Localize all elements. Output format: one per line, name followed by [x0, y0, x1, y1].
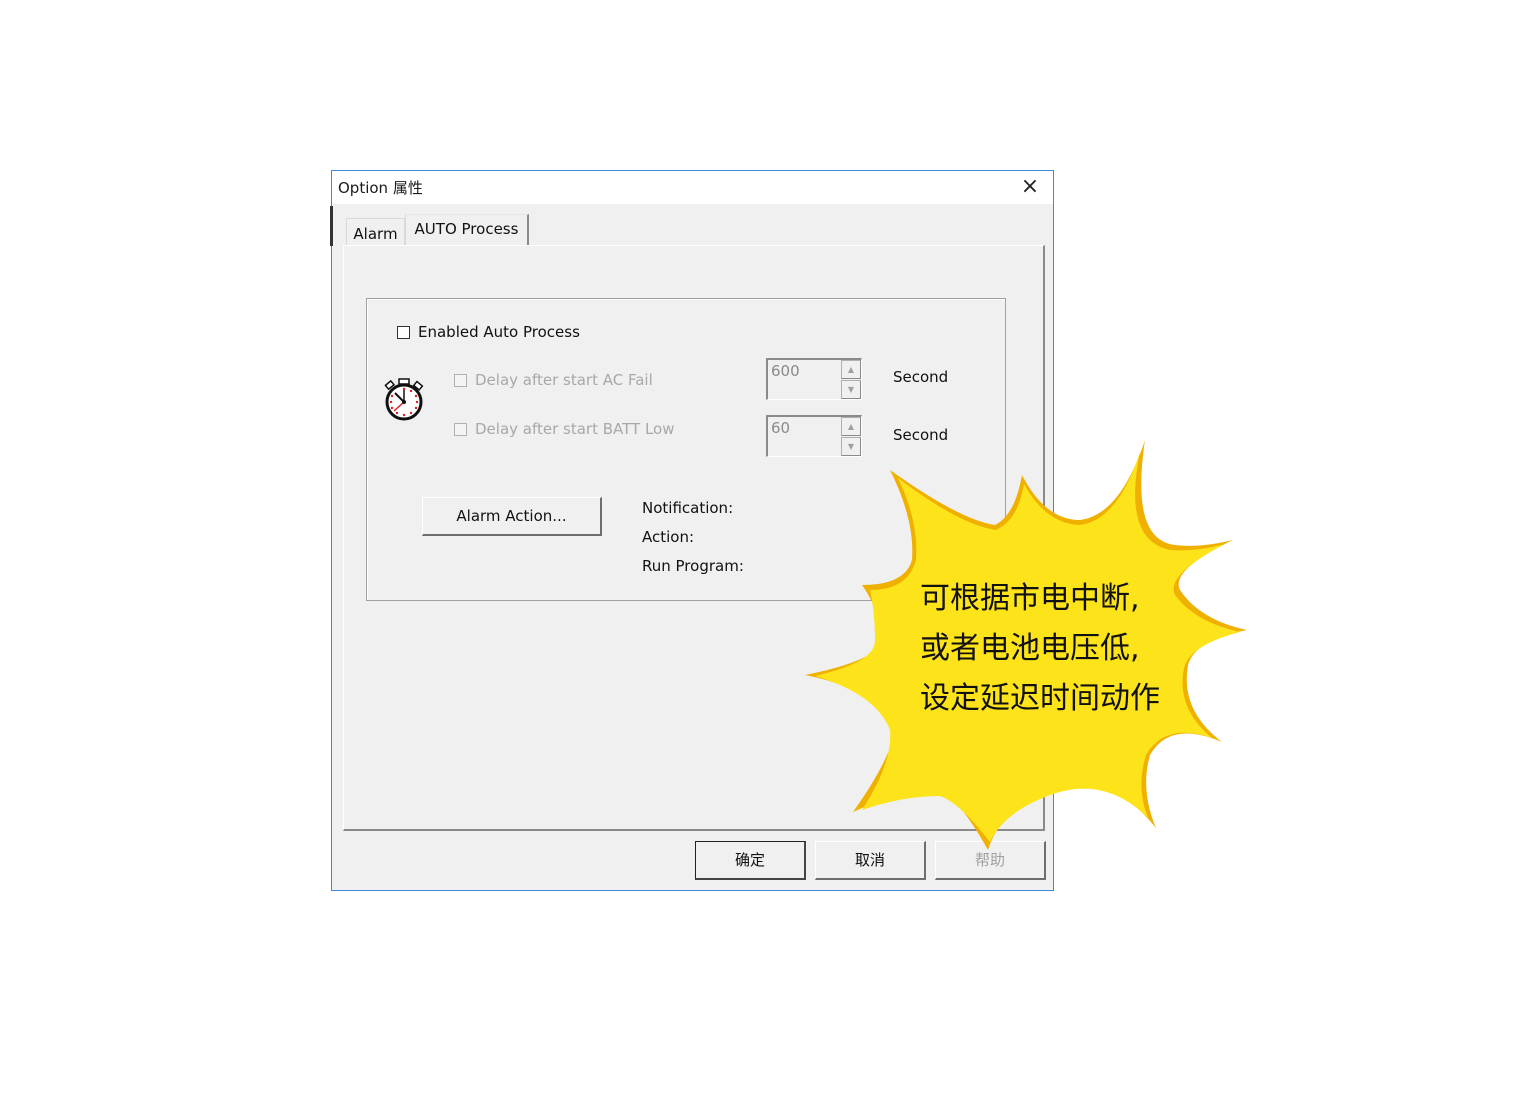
- close-icon[interactable]: ×: [1017, 174, 1043, 200]
- batt-low-delay-value[interactable]: 60: [771, 419, 790, 437]
- alarm-action-button[interactable]: Alarm Action...: [422, 497, 602, 536]
- option-properties-dialog: Option 属性 × Alarm AUTO Process Enabled A…: [330, 170, 1054, 891]
- ac-fail-spin-up-icon[interactable]: ▲: [841, 360, 861, 379]
- ac-fail-delay-spinner[interactable]: 600 ▲ ▼: [766, 358, 862, 400]
- callout-line: 可根据市电中断,: [920, 581, 1140, 616]
- batt-low-delay-checkbox[interactable]: [454, 423, 467, 436]
- stopwatch-icon: [384, 378, 424, 421]
- enable-auto-process-label[interactable]: Enabled Auto Process: [418, 323, 580, 341]
- ac-fail-delay-value[interactable]: 600: [771, 362, 800, 380]
- notification-label: Notification:: [642, 499, 734, 517]
- tab-auto-process[interactable]: AUTO Process: [405, 214, 529, 246]
- ac-fail-unit-label: Second: [893, 368, 949, 386]
- cancel-button[interactable]: 取消: [815, 841, 926, 880]
- batt-low-delay-label: Delay after start BATT Low: [475, 420, 675, 438]
- auto-process-group: Enabled Auto Process Delay after start A…: [366, 298, 1006, 601]
- batt-low-delay-spinner[interactable]: 60 ▲ ▼: [766, 415, 862, 457]
- ac-fail-spin-down-icon[interactable]: ▼: [841, 380, 861, 399]
- ok-button[interactable]: 确定: [695, 841, 806, 880]
- tab-alarm[interactable]: Alarm: [346, 218, 405, 246]
- callout-line: 或者电池电压低,: [920, 631, 1140, 666]
- callout-line: 设定延迟时间动作: [920, 681, 1160, 716]
- callout-text: 可根据市电中断, 或者电池电压低, 设定延迟时间动作: [920, 574, 1160, 724]
- batt-low-spin-down-icon[interactable]: ▼: [841, 437, 861, 456]
- title-bar: Option 属性 ×: [332, 171, 1053, 204]
- run-program-label: Run Program:: [642, 557, 744, 575]
- help-button[interactable]: 帮助: [935, 841, 1046, 880]
- batt-low-unit-label: Second: [893, 426, 949, 444]
- action-label: Action:: [642, 528, 695, 546]
- ac-fail-delay-checkbox[interactable]: [454, 374, 467, 387]
- batt-low-spin-up-icon[interactable]: ▲: [841, 417, 861, 436]
- window-edge-mark: [330, 206, 333, 246]
- ac-fail-delay-label: Delay after start AC Fail: [475, 371, 653, 389]
- enable-auto-process-checkbox[interactable]: [397, 326, 410, 339]
- dialog-title: Option 属性: [338, 179, 423, 197]
